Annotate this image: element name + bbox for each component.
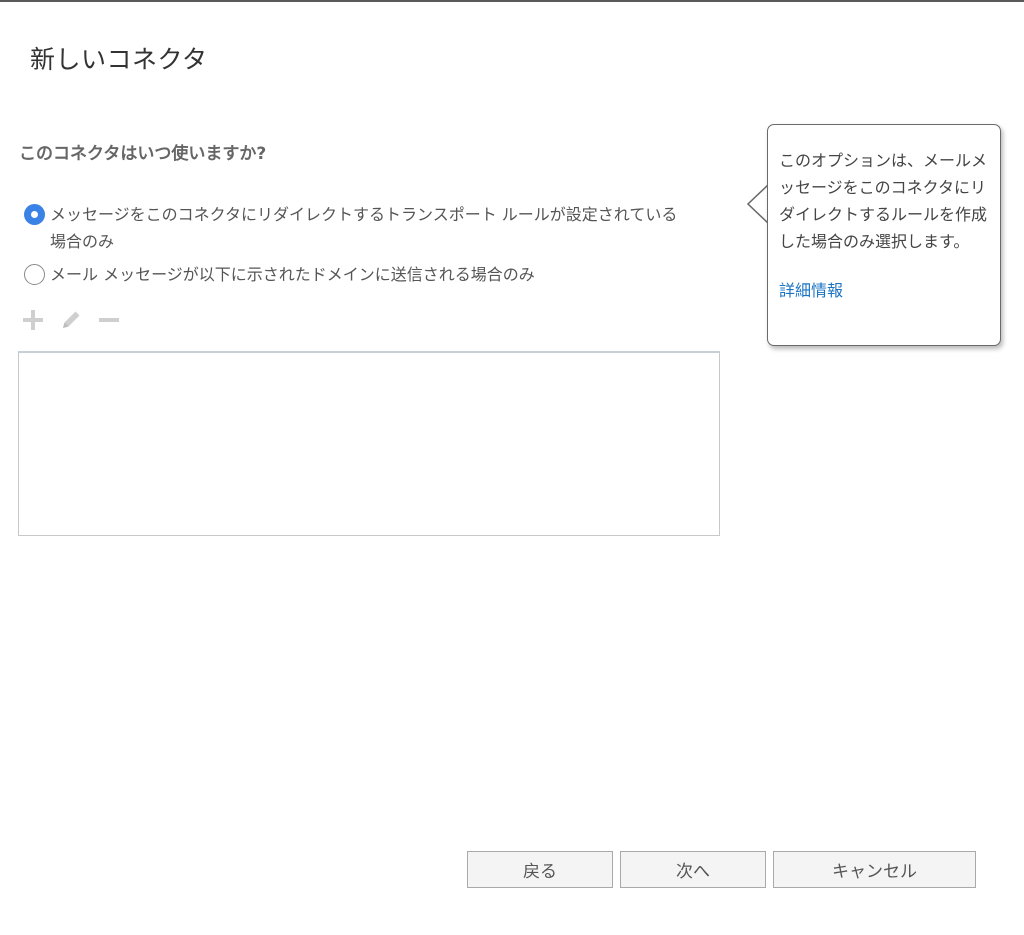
- more-info-link[interactable]: 詳細情報: [779, 277, 990, 304]
- back-button[interactable]: 戻る: [467, 851, 613, 888]
- callout-pointer: [747, 184, 769, 224]
- option-transport-rule-label: メッセージをこのコネクタにリダイレクトするトランスポート ルールが設定されている…: [50, 205, 678, 251]
- radio-domain-list[interactable]: [24, 264, 45, 285]
- callout-text: このオプションは、メールメッセージをこのコネクタにリダイレクトするルールを作成し…: [779, 151, 988, 251]
- usage-question: このコネクタはいつ使いますか?: [19, 144, 267, 164]
- dialog-title: 新しいコネクタ: [30, 45, 208, 74]
- remove-icon[interactable]: [96, 307, 122, 333]
- edit-icon[interactable]: [58, 307, 84, 333]
- option-domain-list[interactable]: メール メッセージが以下に示されたドメインに送信される場合のみ: [24, 261, 684, 288]
- next-button[interactable]: 次へ: [620, 851, 766, 888]
- add-icon[interactable]: [20, 307, 46, 333]
- domain-toolbar: [20, 307, 122, 333]
- radio-transport-rule[interactable]: [24, 204, 45, 225]
- domain-list-box[interactable]: [18, 351, 720, 536]
- option-domain-list-label: メール メッセージが以下に示されたドメインに送信される場合のみ: [50, 265, 535, 284]
- new-connector-dialog: 新しいコネクタ このコネクタはいつ使いますか? メッセージをこのコネクタにリダイ…: [0, 0, 1024, 935]
- help-callout: このオプションは、メールメッセージをこのコネクタにリダイレクトするルールを作成し…: [767, 124, 1001, 346]
- option-transport-rule[interactable]: メッセージをこのコネクタにリダイレクトするトランスポート ルールが設定されている…: [24, 201, 684, 255]
- cancel-button[interactable]: キャンセル: [773, 851, 976, 888]
